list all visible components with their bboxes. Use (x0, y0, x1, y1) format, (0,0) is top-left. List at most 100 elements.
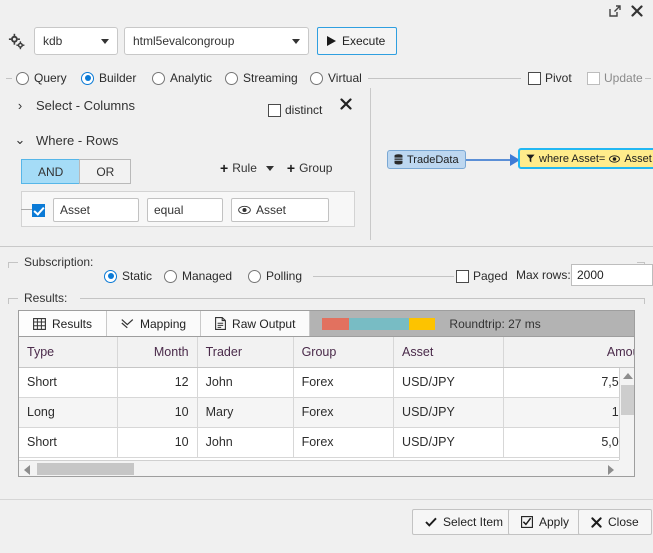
table-header-row: Type Month Trader Group Asset Amount (19, 337, 635, 367)
add-rule-button[interactable]: + Rule (220, 161, 257, 175)
horizontal-scroll-thumb[interactable] (37, 463, 134, 475)
execute-button[interactable]: Execute (317, 27, 397, 55)
mode-radio-analytic[interactable]: Analytic (152, 68, 212, 88)
where-rows-title: Where - Rows (36, 133, 118, 148)
table-row[interactable]: Short 12 John Forex USD/JPY 7,500.00 (19, 367, 635, 397)
chevron-right-icon[interactable]: › (14, 98, 26, 113)
graph-node-where[interactable]: where Asset= Asset (518, 148, 653, 169)
and-button[interactable]: AND (21, 159, 79, 184)
select-item-button[interactable]: Select Item (412, 509, 516, 535)
add-group-button[interactable]: + Group (287, 161, 333, 175)
connection-select[interactable]: kdb (34, 27, 118, 55)
column-header-group[interactable]: Group (293, 337, 393, 367)
mode-radio-virtual[interactable]: Virtual (310, 68, 362, 88)
apply-button[interactable]: Apply (508, 509, 582, 535)
results-table-wrap: Type Month Trader Group Asset Amount Sho… (18, 336, 635, 477)
popout-icon[interactable] (607, 3, 623, 19)
results-group: Results: Results Mapping (8, 298, 645, 488)
pivot-label: Pivot (545, 71, 572, 85)
graph-node-label: where Asset= (539, 153, 605, 165)
group-border-right (645, 78, 651, 79)
cell-amount: 165.00 (503, 397, 635, 427)
cell-asset: USD/JPY (394, 367, 504, 397)
rule-field-select[interactable]: Asset (53, 198, 139, 222)
pivot-checkbox[interactable]: Pivot (528, 68, 572, 88)
plus-icon: + (287, 161, 295, 175)
cell-type: Long (19, 397, 117, 427)
tab-results[interactable]: Results (19, 311, 107, 336)
distinct-checkbox[interactable]: distinct (268, 100, 322, 120)
cell-asset: USD/JPY (394, 397, 504, 427)
table-row[interactable]: Short 10 John Forex USD/JPY 5,000.00 (19, 427, 635, 457)
graph-node-tradedata[interactable]: TradeData (387, 150, 466, 169)
rule-value-text: Asset (256, 203, 286, 217)
select-columns-section-header[interactable]: › Select - Columns (14, 98, 135, 113)
horizontal-splitter[interactable] (0, 243, 653, 251)
tab-raw-output[interactable]: Raw Output (201, 311, 310, 336)
column-header-asset[interactable]: Asset (394, 337, 504, 367)
select-item-label: Select Item (443, 515, 503, 529)
title-bar (0, 0, 653, 22)
subscription-radio-static[interactable]: Static (104, 266, 152, 286)
mode-label: Analytic (170, 71, 212, 85)
rule-value-field[interactable]: Asset (231, 198, 329, 222)
max-rows-input[interactable] (571, 264, 653, 286)
where-rows-section-header[interactable]: ⌄ Where - Rows (14, 132, 118, 148)
radio-indicator (104, 270, 117, 283)
roundtrip-status: Roundtrip: 27 ms (449, 317, 540, 331)
mode-label: Streaming (243, 71, 298, 85)
connection-value: kdb (43, 34, 95, 48)
graph-node-label: TradeData (407, 154, 459, 166)
cell-amount: 5,000.00 (503, 427, 635, 457)
group-divider (313, 276, 454, 277)
scroll-left-icon[interactable] (24, 465, 30, 475)
tab-label: Results (52, 317, 92, 331)
mode-radio-streaming[interactable]: Streaming (225, 68, 298, 88)
group-border (8, 298, 18, 299)
footer-divider (0, 499, 653, 500)
remove-select-icon[interactable] (340, 98, 352, 113)
checkbox-indicator (587, 72, 600, 85)
cell-trader: John (197, 367, 293, 397)
column-header-month[interactable]: Month (117, 337, 197, 367)
subscription-radio-polling[interactable]: Polling (248, 266, 302, 286)
paged-label: Paged (473, 269, 508, 283)
scroll-right-icon[interactable] (608, 465, 614, 475)
rule-field-value: Asset (60, 203, 132, 217)
vertical-scroll-thumb[interactable] (621, 385, 634, 415)
group-border (644, 298, 645, 304)
tab-mapping[interactable]: Mapping (107, 311, 201, 336)
rule-operator-select[interactable]: equal (147, 198, 223, 222)
rule-enabled-checkbox[interactable] (32, 204, 45, 217)
table-horizontal-scrollbar[interactable] (19, 460, 635, 476)
chevron-down-icon[interactable]: ⌄ (14, 132, 26, 148)
scrollbar-corner (619, 460, 634, 476)
add-buttons: + Rule + Group (220, 161, 332, 175)
add-rule-dropdown-icon[interactable] (266, 166, 274, 171)
query-graph-panel: TradeData where Asset= Asset (371, 88, 653, 240)
column-header-trader[interactable]: Trader (197, 337, 293, 367)
radio-indicator (16, 72, 29, 85)
column-header-amount[interactable]: Amount (503, 337, 635, 367)
paged-checkbox[interactable]: Paged (456, 266, 508, 286)
scroll-up-icon[interactable] (623, 373, 633, 379)
cell-trader: Mary (197, 397, 293, 427)
filter-icon (526, 154, 535, 163)
subscription-radio-managed[interactable]: Managed (164, 266, 232, 286)
radio-indicator (81, 72, 94, 85)
eye-icon (238, 205, 251, 215)
table-row[interactable]: Long 10 Mary Forex USD/JPY 165.00 (19, 397, 635, 427)
close-button[interactable]: Close (578, 509, 652, 535)
or-button[interactable]: OR (79, 159, 131, 184)
mode-radio-builder[interactable]: Builder (81, 68, 136, 88)
document-icon (215, 317, 226, 330)
gears-icon[interactable] (8, 33, 26, 51)
mode-radio-query[interactable]: Query (16, 68, 67, 88)
subscription-option-label: Static (122, 269, 152, 283)
query-select[interactable]: html5evalcongroup (124, 27, 309, 55)
close-icon[interactable] (629, 3, 645, 19)
rule-controls: Asset equal Asset (32, 198, 329, 222)
mode-label: Virtual (328, 71, 362, 85)
column-header-type[interactable]: Type (19, 337, 117, 367)
update-checkbox[interactable]: Update (587, 68, 643, 88)
